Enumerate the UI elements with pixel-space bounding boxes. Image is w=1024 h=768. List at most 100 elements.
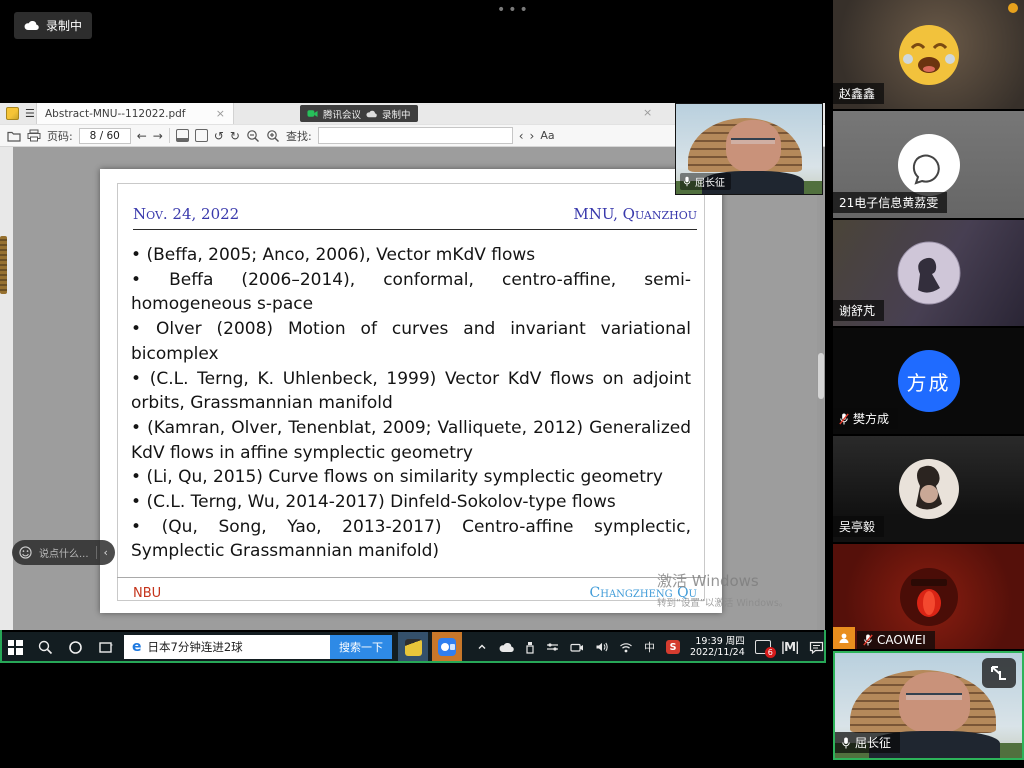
- muted-microphone-icon: [863, 634, 873, 646]
- presenter-name: 屈长征: [695, 174, 725, 189]
- lantern-avatar: [899, 567, 959, 627]
- participant-name: CAOWEI: [877, 633, 926, 647]
- presenter-head: [726, 120, 781, 172]
- print-icon[interactable]: [27, 129, 41, 142]
- watermark-line2: 转到“设置”以激活 Windows。: [657, 595, 788, 609]
- screen: 录制中 ••• ☰ Abstract-MNU--112022.pdf × Two…: [0, 0, 1024, 768]
- find-previous-icon[interactable]: ‹: [519, 129, 524, 143]
- clock-time: 19:39 周四: [690, 636, 745, 647]
- speaker-head: [899, 672, 970, 733]
- settings-sliders-icon[interactable]: [546, 641, 559, 653]
- close-tab-icon[interactable]: ×: [216, 107, 225, 120]
- action-center-icon[interactable]: [809, 641, 824, 654]
- m-app-icon[interactable]: |M|: [781, 640, 799, 654]
- taskbar-pdf-reader-app[interactable]: [398, 632, 428, 662]
- next-page-icon[interactable]: →: [153, 129, 163, 143]
- participant-tile[interactable]: 吴亭毅: [833, 436, 1024, 542]
- notification-badge: 6: [765, 647, 776, 658]
- participant-name: 吴亭毅: [839, 518, 875, 535]
- participant-name: 谢舒芃: [839, 302, 875, 319]
- sogou-ime-icon[interactable]: S: [666, 640, 680, 654]
- search-submit-button[interactable]: 搜索一下: [330, 635, 392, 659]
- slide-page: Nov. 24, 2022 MNU, Quanzhou (Beffa, 2005…: [100, 169, 722, 613]
- wifi-icon[interactable]: [619, 642, 633, 653]
- taskbar-meeting-app[interactable]: [432, 632, 462, 662]
- cloud-recording-button[interactable]: 录制中: [14, 12, 92, 39]
- document-area: Nov. 24, 2022 MNU, Quanzhou (Beffa, 2005…: [0, 147, 825, 630]
- taskbar-clock[interactable]: 19:39 周四 2022/11/24: [690, 636, 745, 658]
- cloud-icon: [366, 110, 377, 118]
- collapse-chevron-icon[interactable]: ‹: [104, 546, 108, 559]
- participant-tile[interactable]: CAOWEI: [833, 544, 1024, 649]
- scrollbar-thumb[interactable]: [818, 353, 824, 399]
- microphone-icon: [683, 176, 691, 187]
- slide-header: Nov. 24, 2022 MNU, Quanzhou: [133, 205, 697, 223]
- slide-body: (Beffa, 2005; Anco, 2006), Vector mKdV f…: [131, 243, 691, 564]
- page-number-input[interactable]: [79, 128, 131, 144]
- pdf-reader-icon: [405, 639, 422, 656]
- cortana-icon[interactable]: [60, 632, 90, 662]
- fit-page-icon[interactable]: [176, 129, 189, 142]
- participant-tile[interactable]: 谢舒芃: [833, 220, 1024, 326]
- previous-page-icon[interactable]: ←: [137, 129, 147, 143]
- taskbar-search-icon[interactable]: [30, 632, 60, 662]
- usb-icon[interactable]: [525, 641, 535, 654]
- camera-icon[interactable]: [570, 642, 584, 653]
- ime-indicator[interactable]: 中: [644, 639, 655, 655]
- cloud-icon: [24, 20, 39, 31]
- speaker-icon[interactable]: [595, 641, 608, 653]
- participant-tile[interactable]: 方成 樊方成: [833, 328, 1024, 434]
- participant-name: 赵鑫鑫: [839, 85, 875, 102]
- bullet-item: Olver (2008) Motion of curves and invari…: [131, 317, 691, 366]
- active-speaker-tile[interactable]: 屈长征: [833, 651, 1024, 760]
- search-query-text[interactable]: 日本7分钟连进2球: [148, 639, 331, 655]
- find-label: 查找:: [286, 128, 312, 144]
- notification-app-icon[interactable]: 6: [755, 640, 771, 654]
- fit-width-icon[interactable]: [195, 129, 208, 142]
- meeting-toolbar-dots[interactable]: •••: [497, 2, 531, 18]
- browser-icon: e: [132, 639, 142, 655]
- close-tab-icon[interactable]: ×: [643, 106, 652, 119]
- expand-video-icon[interactable]: [982, 658, 1016, 688]
- bullet-item: Beffa (2006–2014), conformal, centro-aff…: [131, 268, 691, 317]
- task-view-icon[interactable]: [90, 632, 120, 662]
- meeting-app-label: 腾讯会议: [323, 107, 361, 121]
- open-file-icon[interactable]: [7, 130, 21, 142]
- tab-abstract-pdf[interactable]: Abstract-MNU--112022.pdf ×: [36, 103, 234, 124]
- cloud-tray-icon[interactable]: [499, 642, 514, 653]
- taskbar-corner: 6 |M|: [755, 640, 824, 654]
- find-input[interactable]: [318, 127, 513, 144]
- bullet-item: (Qu, Song, Yao, 2013-2017) Centro-affine…: [131, 515, 691, 564]
- rotate-left-icon[interactable]: ↺: [214, 129, 224, 143]
- zoom-in-icon[interactable]: [266, 129, 280, 143]
- bullet-item: (Beffa, 2005; Anco, 2006), Vector mKdV f…: [131, 243, 691, 268]
- participant-tile[interactable]: 21电子信息黄荔雯: [833, 111, 1024, 218]
- find-next-icon[interactable]: ›: [530, 129, 535, 143]
- quick-chat-bubble[interactable]: 说点什么... ‹: [12, 540, 115, 565]
- recording-label: 录制中: [46, 17, 82, 34]
- toolbar-divider: [169, 128, 170, 143]
- slide-footer-left: NBU: [133, 586, 161, 601]
- page-number-label: 页码:: [47, 128, 73, 144]
- drag-handle[interactable]: [0, 236, 7, 294]
- presenter-video-thumbnail[interactable]: 屈长征: [675, 103, 823, 195]
- recording-status-label: 录制中: [382, 107, 411, 121]
- pdf-app-icon[interactable]: [6, 107, 19, 120]
- bullet-item: (C.L. Terng, Wu, 2014-2017) Dinfeld-Soko…: [131, 490, 691, 515]
- match-case-toggle[interactable]: Aa: [540, 129, 554, 142]
- host-badge-icon: [833, 627, 855, 649]
- header-rule: [133, 229, 697, 230]
- vertical-scrollbar[interactable]: [817, 147, 825, 630]
- rotate-right-icon[interactable]: ↻: [230, 129, 240, 143]
- taskbar-search-box[interactable]: e 日本7分钟连进2球 搜索一下: [124, 635, 392, 659]
- participant-tile[interactable]: 赵鑫鑫: [833, 0, 1024, 109]
- slide-footer: NBU Changzheng Qu: [133, 585, 697, 601]
- tab-label: Abstract-MNU--112022.pdf: [45, 108, 186, 120]
- meeting-recording-overlay: 腾讯会议 录制中: [300, 105, 418, 122]
- chat-placeholder: 说点什么...: [39, 545, 89, 560]
- silhouette-avatar: [897, 241, 961, 305]
- menu-icon[interactable]: ☰: [25, 107, 35, 120]
- start-button[interactable]: [0, 632, 30, 662]
- zoom-out-icon[interactable]: [246, 129, 260, 143]
- hidden-icons-chevron[interactable]: [476, 641, 488, 653]
